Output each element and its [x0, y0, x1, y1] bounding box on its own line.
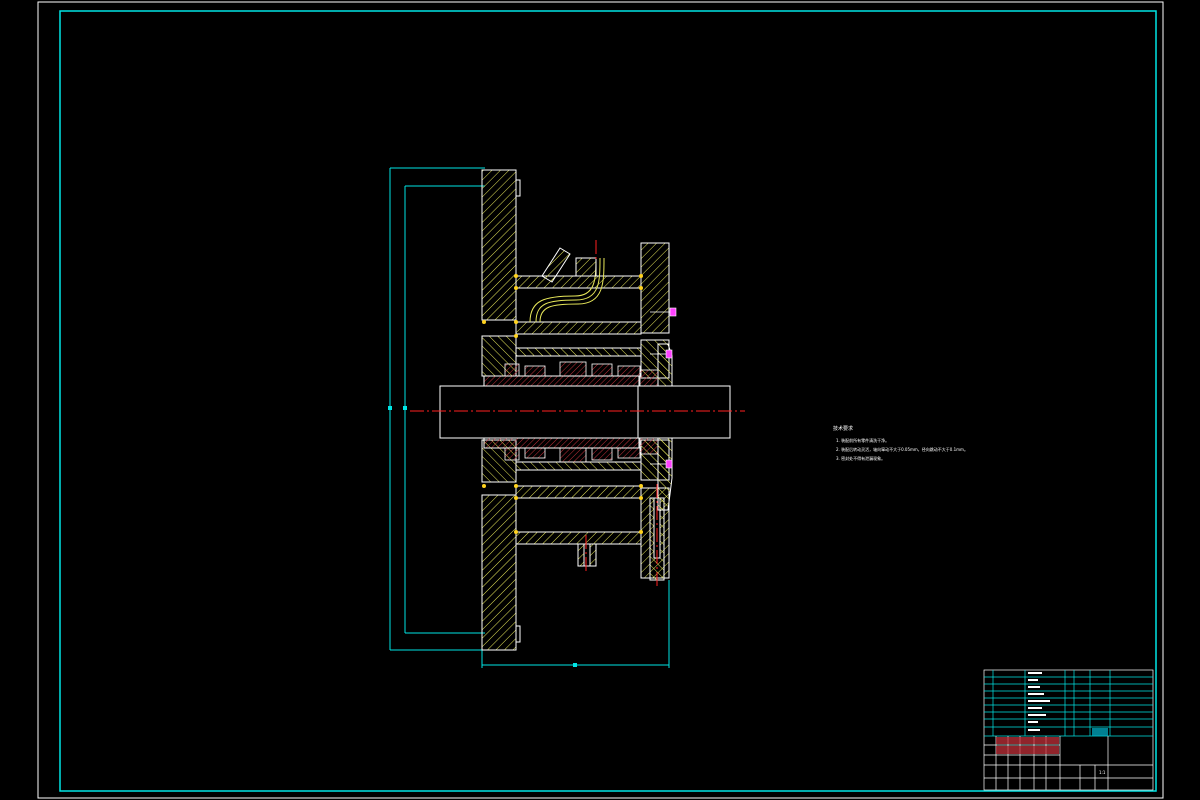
dimension-text-mark: [403, 406, 407, 410]
title-block: 1:1: [983, 669, 1154, 791]
title-red-fill: [996, 737, 1059, 754]
shaft: [439, 375, 731, 449]
note-item-1: 1. 装配前所有零件清洗干净。: [836, 437, 889, 443]
parts-list-grid: [984, 670, 1153, 737]
note-item-3: 3. 密封处不得有泄漏现象。: [836, 455, 885, 461]
title-area-grid: [984, 736, 1153, 790]
note-item-2: 2. 装配后转动灵活，轴向窜动不大于0.05mm，径向跳动不大于0.1mm。: [836, 446, 968, 452]
lower-housing: [515, 461, 642, 545]
assembly-section-view: [388, 167, 745, 668]
technical-notes: 技术要求 1. 装配前所有零件清洗干净。 2. 装配后转动灵活，轴向窜动不大于0…: [833, 425, 968, 461]
cad-drawing: 技术要求 1. 装配前所有零件清洗干净。 2. 装配后转动灵活，轴向窜动不大于0…: [0, 0, 1200, 800]
parts-name-marks: [1028, 672, 1050, 731]
upper-housing: [515, 275, 642, 357]
dimension-text-mark: [573, 663, 577, 667]
title-highlight: [1092, 728, 1108, 736]
dimension-text-mark: [388, 406, 392, 410]
notes-title: 技术要求: [833, 425, 853, 432]
scale-label: 1:1: [1099, 770, 1106, 775]
